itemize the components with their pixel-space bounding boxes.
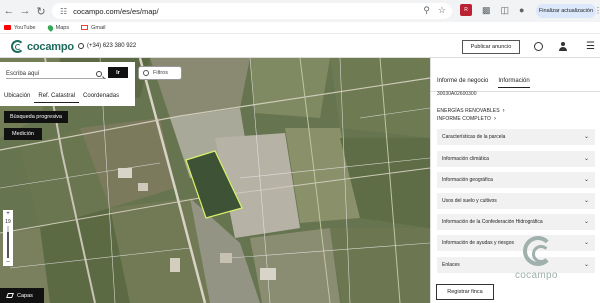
tab-business-report[interactable]: Informe de negocio <box>437 78 488 88</box>
bookmark-maps[interactable]: Maps <box>46 23 70 32</box>
site-header: cocampo (+34) 623 380 922 Publicar anunc… <box>0 35 600 58</box>
whatsapp-icon <box>78 43 84 49</box>
filters-label: Filtros <box>153 70 168 76</box>
zoom-in-icon[interactable]: + <box>6 210 10 218</box>
bookmarks-bar: YouTube Maps Gmail <box>0 22 600 34</box>
filters-button[interactable]: Filtros <box>138 66 182 80</box>
section-label: Información geográfica <box>442 177 493 183</box>
layers-button[interactable]: Capas <box>0 288 44 303</box>
reload-icon[interactable]: ↻ <box>34 4 48 18</box>
zoom-slider[interactable] <box>7 226 9 258</box>
update-button[interactable]: Finalizar actualización ⋮ <box>536 4 600 18</box>
section-label: Características de la parcela <box>442 134 506 140</box>
url-text: cocampo.com/es/es/map/ <box>73 6 159 16</box>
section-hydrographic[interactable]: Información de la Confederación Hidrográ… <box>437 214 595 230</box>
search-input[interactable]: Escriba aquí <box>6 69 106 79</box>
bookmark-youtube[interactable]: YouTube <box>4 25 36 31</box>
cadastral-reference: 30030A02600300 <box>437 91 477 97</box>
section-land-use[interactable]: Usos del suelo y cultivos ⌄ <box>437 193 595 209</box>
logo-text: cocampo <box>27 40 74 53</box>
chevron-down-icon: ⌄ <box>583 134 589 140</box>
phone-contact[interactable]: (+34) 623 380 922 <box>78 43 136 49</box>
chevron-right-icon: › <box>502 108 505 114</box>
logo-icon <box>11 40 24 53</box>
zoom-slider-fill <box>7 232 9 258</box>
layers-label: Capas <box>17 292 33 299</box>
bookmark-label: Gmail <box>91 24 106 31</box>
logo[interactable]: cocampo <box>11 40 74 53</box>
tab-information[interactable]: Información <box>498 78 530 88</box>
link-label: ENERGÍAS RENOVABLES <box>437 108 500 114</box>
section-label: Información climática <box>442 156 489 162</box>
search-icon[interactable] <box>96 71 102 77</box>
language-globe-icon[interactable] <box>534 42 543 51</box>
chevron-down-icon: ⌄ <box>583 262 589 268</box>
progressive-search-button[interactable]: Búsqueda progresiva <box>4 111 68 123</box>
link-label: INFORME COMPLETO <box>437 116 492 122</box>
sidebar-icon[interactable]: ◫ <box>501 5 510 16</box>
search-tabs: Ubicación Ref. Catastral Coordenadas <box>0 86 135 106</box>
section-geography[interactable]: Información geográfica ⌄ <box>437 172 595 188</box>
menu-icon[interactable]: ☰ <box>586 41 595 52</box>
bookmark-label: YouTube <box>14 24 36 31</box>
search-placeholder: Escriba aquí <box>6 70 40 77</box>
gmail-icon <box>81 25 89 30</box>
filter-icon <box>143 70 149 76</box>
go-button[interactable]: Ir <box>108 67 128 78</box>
extensions: R ▩ ◫ ● <box>460 4 524 16</box>
section-climate[interactable]: Información climática ⌄ <box>437 151 595 167</box>
address-bar[interactable]: ☷ cocampo.com/es/es/map/ ⚲ ☆ <box>52 3 452 19</box>
section-plot-features[interactable]: Características de la parcela ⌄ <box>437 129 595 145</box>
publish-ad-button[interactable]: Publicar anuncio <box>462 40 520 54</box>
chevron-down-icon: ⌄ <box>583 198 589 204</box>
maps-icon <box>46 23 55 32</box>
section-label: Enlaces <box>442 262 460 268</box>
register-plot-button[interactable]: Registrar finca <box>436 284 494 300</box>
panel-tabs: Informe de negocio Información <box>437 78 530 88</box>
section-label: Información de ayudas y riesgos <box>442 240 514 246</box>
full-report-link[interactable]: INFORME COMPLETO › <box>437 116 496 122</box>
back-icon[interactable]: ← <box>2 4 16 18</box>
update-label: Finalizar actualización <box>538 8 594 14</box>
tab-coordenadas[interactable]: Coordenadas <box>79 89 123 103</box>
measure-button[interactable]: Medición <box>4 128 42 140</box>
zoom-level: 19 <box>5 219 11 225</box>
section-label: Información de la Confederación Hidrográ… <box>442 219 543 225</box>
zoom-control: + 19 – <box>3 210 13 266</box>
tab-ubicacion[interactable]: Ubicación <box>0 89 34 103</box>
extension-icon[interactable]: R <box>460 4 472 16</box>
tab-ref-catastral[interactable]: Ref. Catastral <box>34 89 80 103</box>
chevron-down-icon: ⌄ <box>583 240 589 246</box>
bookmark-label: Maps <box>55 24 70 31</box>
bookmark-star-icon[interactable]: ☆ <box>438 5 446 16</box>
watermark-logo-icon <box>523 236 553 266</box>
menu-dots-icon[interactable]: ⋮ <box>594 6 600 15</box>
phone-number: (+34) 623 380 922 <box>87 43 137 49</box>
watermark-text: cocampo <box>515 270 558 281</box>
forward-icon[interactable]: → <box>18 4 32 18</box>
site-info-icon[interactable]: ☷ <box>60 7 67 16</box>
cocampo-watermark: cocampo <box>515 236 571 284</box>
youtube-icon <box>4 25 11 30</box>
user-account-icon[interactable] <box>558 41 568 52</box>
bookmark-gmail[interactable]: Gmail <box>81 25 105 31</box>
renewable-energy-link[interactable]: ENERGÍAS RENOVABLES › <box>437 108 505 114</box>
search-page-icon[interactable]: ⚲ <box>423 5 430 16</box>
layers-icon <box>6 293 14 298</box>
chevron-down-icon: ⌄ <box>583 156 589 162</box>
section-label: Usos del suelo y cultivos <box>442 198 497 204</box>
chevron-right-icon: › <box>494 116 497 122</box>
chevron-down-icon: ⌄ <box>583 219 589 225</box>
zoom-out-icon[interactable]: – <box>6 258 9 266</box>
profile-icon[interactable]: ● <box>519 5 524 15</box>
search-panel: Escriba aquí Ir Ubicación Ref. Catastral… <box>0 62 135 106</box>
puzzle-icon[interactable]: ▩ <box>482 5 491 16</box>
chevron-down-icon: ⌄ <box>583 177 589 183</box>
